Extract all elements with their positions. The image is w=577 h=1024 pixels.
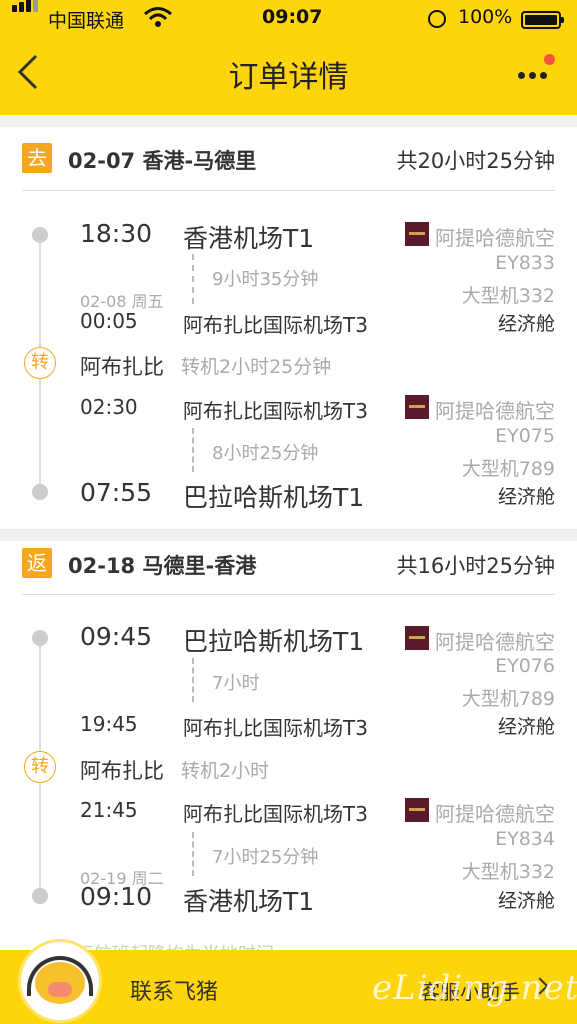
- departure-airport: 阿布扎比国际机场T3: [183, 802, 368, 826]
- outbound-route: 02-07 香港-马德里: [68, 149, 257, 173]
- arrival-time: 19:45: [80, 712, 138, 736]
- arrival-airport: 香港机场T1: [183, 887, 315, 916]
- timeline-dot: [32, 227, 48, 243]
- separator: [22, 190, 555, 191]
- carrier-label: 中国联通: [48, 10, 125, 32]
- departure-time: 09:45: [80, 622, 153, 651]
- battery-percent: 100%: [458, 6, 513, 28]
- aircraft-type: 大型机332: [461, 861, 555, 883]
- airline-logo: [405, 626, 429, 650]
- contact-fliggy-button[interactable]: 联系飞猪: [130, 974, 218, 1006]
- aircraft-type: 大型机789: [461, 458, 555, 480]
- duration-dash: [192, 254, 194, 304]
- duration-dash: [192, 658, 194, 702]
- section-divider: [0, 115, 577, 127]
- departure-airport: 巴拉哈斯机场T1: [183, 627, 365, 656]
- cabin-class: 经济舱: [497, 890, 555, 912]
- arrival-time: 00:05: [80, 309, 138, 333]
- arrival-airport: 巴拉哈斯机场T1: [183, 483, 365, 512]
- flight-number: EY833: [495, 252, 555, 274]
- watermark: eLiding.net: [372, 968, 577, 1008]
- departure-time: 18:30: [80, 219, 153, 248]
- flight-duration: 9小时35分钟: [212, 269, 319, 290]
- fliggy-mascot-avatar[interactable]: [18, 939, 102, 1023]
- transfer-icon: 转: [24, 347, 56, 379]
- duration-dash: [192, 428, 194, 472]
- notification-dot: [544, 54, 555, 65]
- airline-name: 阿提哈德航空: [435, 399, 555, 423]
- flight-number: EY076: [495, 655, 555, 677]
- timeline-dot: [32, 630, 48, 646]
- flight-number: EY075: [495, 425, 555, 447]
- return-route: 02-18 马德里-香港: [68, 554, 257, 578]
- airline-logo: [405, 798, 429, 822]
- wifi-icon: [144, 7, 172, 27]
- header-bar: 中国联通 09:07 100% 订单详情: [0, 0, 577, 115]
- return-badge: 返: [22, 548, 52, 578]
- transfer-city: 阿布扎比: [80, 355, 164, 379]
- outbound-header: 去 02-07 香港-马德里 共20小时25分钟: [0, 127, 577, 189]
- clock-time: 09:07: [262, 6, 323, 28]
- page-title: 订单详情: [228, 60, 349, 95]
- flight-duration: 8小时25分钟: [212, 443, 319, 464]
- return-header: 返 02-18 马德里-香港 共16小时25分钟: [0, 532, 577, 594]
- arrival-airport: 阿布扎比国际机场T3: [183, 313, 368, 337]
- duration-dash: [192, 832, 194, 876]
- departure-airport: 香港机场T1: [183, 224, 315, 253]
- arrival-airport: 阿布扎比国际机场T3: [183, 716, 368, 740]
- cabin-class: 经济舱: [497, 486, 555, 508]
- outbound-total-duration: 共20小时25分钟: [396, 149, 555, 173]
- airline-logo: [405, 222, 429, 246]
- flight-number: EY834: [495, 828, 555, 850]
- aircraft-type: 大型机332: [461, 285, 555, 307]
- flight-duration: 7小时25分钟: [212, 847, 319, 868]
- transfer-icon: 转: [24, 751, 56, 783]
- timeline-dot: [32, 888, 48, 904]
- layover-duration: 转机2小时: [181, 760, 270, 782]
- alarm-icon: [428, 10, 446, 28]
- outbound-badge: 去: [22, 143, 52, 173]
- flight-duration: 7小时: [212, 673, 260, 694]
- airline-name: 阿提哈德航空: [435, 802, 555, 826]
- cabin-class: 经济舱: [497, 716, 555, 738]
- layover-duration: 转机2小时25分钟: [181, 356, 332, 378]
- transfer-city: 阿布扎比: [80, 759, 164, 783]
- return-total-duration: 共16小时25分钟: [396, 554, 555, 578]
- arrival-time: 07:55: [80, 478, 153, 507]
- aircraft-type: 大型机789: [461, 688, 555, 710]
- separator: [22, 594, 555, 595]
- departure-time: 21:45: [80, 798, 138, 822]
- battery-icon: [521, 11, 564, 29]
- departure-time: 02:30: [80, 395, 138, 419]
- pig-nose-icon: [48, 982, 72, 997]
- airline-logo: [405, 395, 429, 419]
- cabin-class: 经济舱: [497, 313, 555, 335]
- departure-airport: 阿布扎比国际机场T3: [183, 399, 368, 423]
- timeline-dot: [32, 484, 48, 500]
- more-button[interactable]: [514, 54, 555, 90]
- arrival-time: 09:10: [80, 882, 153, 911]
- airline-name: 阿提哈德航空: [435, 630, 555, 654]
- airline-name: 阿提哈德航空: [435, 226, 555, 250]
